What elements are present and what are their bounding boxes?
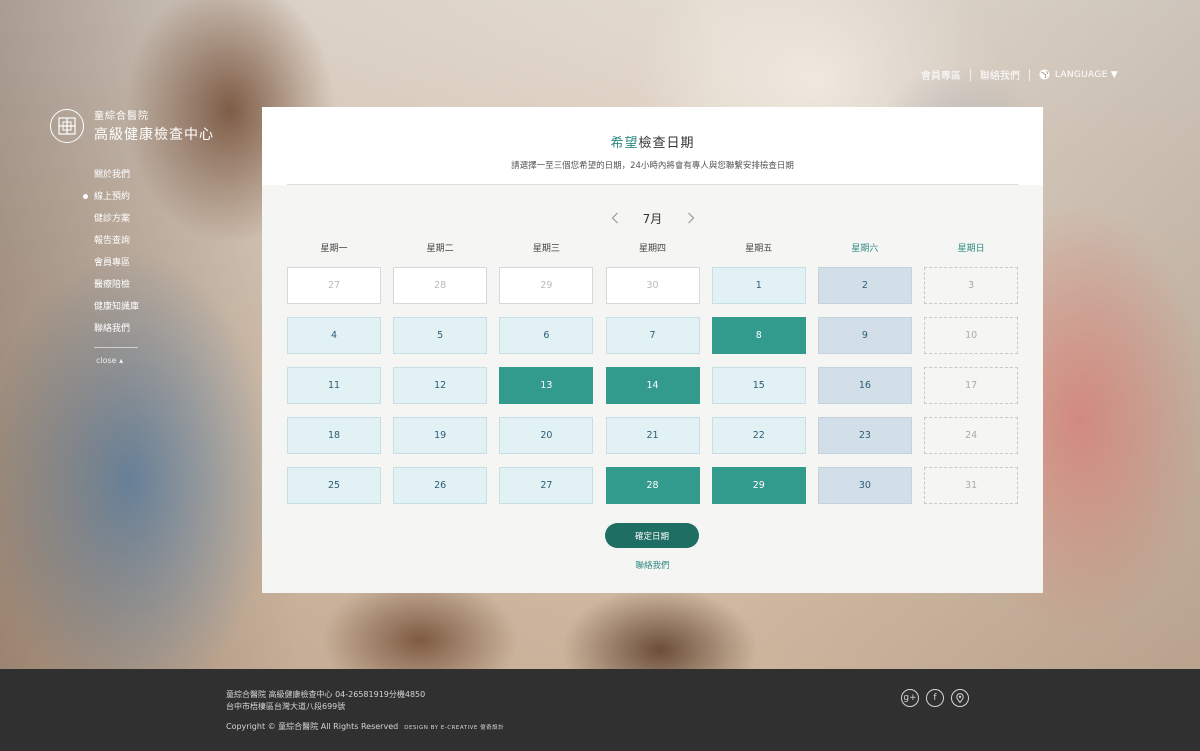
calendar-day-sun[interactable]: 24	[924, 417, 1019, 454]
calendar-day-avail[interactable]: 27	[499, 467, 594, 504]
menu-divider	[94, 347, 138, 348]
calendar-day-sun[interactable]: 3	[924, 267, 1019, 304]
chevron-right-icon	[687, 212, 694, 224]
date-picker-panel: 希望檢查日期 請選擇一至三個您希望的日期，24小時內將會有專人與您聯繫安排檢查日…	[262, 107, 1043, 593]
menu-item-report-query[interactable]: 報告查詢	[94, 235, 139, 257]
weekday-fri: 星期五	[745, 244, 773, 254]
weekday-sat: 星期六	[851, 244, 879, 254]
design-credit[interactable]: DESIGN BY E-CREATIVE 億奇設計	[404, 725, 504, 731]
header-divider	[287, 184, 1018, 185]
calendar-day-avail[interactable]: 15	[711, 367, 806, 404]
panel-title: 希望檢查日期	[262, 107, 1043, 151]
calendar-day-sun[interactable]: 17	[924, 367, 1019, 404]
calendar-day-avail[interactable]: 20	[499, 417, 594, 454]
footer-address-line-1: 童綜合醫院 高級健康檢查中心 04-26581919分機4850	[226, 690, 426, 699]
current-month: 7月	[642, 211, 663, 226]
calendar-day-prev: 29	[499, 267, 594, 304]
prev-month-button[interactable]	[605, 208, 625, 228]
globe-icon	[1039, 69, 1050, 80]
panel-title-accent: 希望	[610, 136, 639, 151]
calendar-day-avail[interactable]: 7	[605, 317, 700, 354]
calendar-day-sat[interactable]: 23	[817, 417, 912, 454]
calendar-day-sel[interactable]: 14	[605, 367, 700, 404]
copyright-text: Copyright © 童綜合醫院 All Rights Reserved	[226, 722, 399, 731]
member-area-link[interactable]: 會員專區	[912, 67, 970, 82]
calendar-day-avail[interactable]: 18	[287, 417, 381, 454]
weekday-header: 星期一 星期二 星期三 星期四 星期五 星期六 星期日	[287, 241, 1030, 254]
calendar-day-sel[interactable]: 13	[499, 367, 594, 404]
calendar-day-avail[interactable]: 5	[393, 317, 488, 354]
calendar-day-sun[interactable]: 10	[924, 317, 1019, 354]
center-name: 高級健康檢查中心	[94, 127, 214, 143]
language-selector[interactable]: LANGUAGE ▼	[1030, 69, 1118, 80]
hospital-name: 童綜合醫院	[94, 111, 149, 122]
weekday-thu: 星期四	[639, 244, 667, 254]
language-label: LANGUAGE ▼	[1054, 69, 1118, 80]
menu-item-plans[interactable]: 健診方案	[94, 213, 139, 235]
calendar-day-avail[interactable]: 26	[393, 467, 488, 504]
panel-header: 希望檢查日期 請選擇一至三個您希望的日期，24小時內將會有專人與您聯繫安排檢查日…	[262, 107, 1043, 185]
month-navigation: 7月	[262, 208, 1043, 228]
calendar-grid: 27 28 29 30 1 2 3 4 5 6 7 8 9 10 11 12 13 14 15 16 17 18 19 20 2…	[287, 267, 1019, 504]
panel-title-rest: 檢查日期	[638, 136, 695, 151]
calendar-day-sel[interactable]: 28	[605, 467, 700, 504]
calendar-day-avail[interactable]: 12	[393, 367, 488, 404]
side-menu: 關於我們 線上預約 健診方案 報告查詢 會員專區 醫療陪檢 健康知識庫 聯絡我們…	[82, 169, 139, 365]
hospital-logo[interactable]: 童綜合醫院 高級健康檢查中心	[50, 107, 214, 144]
calendar-day-avail[interactable]: 11	[287, 367, 381, 404]
chevron-left-icon	[611, 212, 618, 224]
footer-address-line-2: 台中市梧棲區台灣大道八段699號	[226, 702, 346, 711]
calendar-day-avail[interactable]: 25	[287, 467, 381, 504]
calendar-day-avail[interactable]: 21	[605, 417, 700, 454]
calendar-day-avail[interactable]: 1	[711, 267, 806, 304]
social-links: g+ f	[901, 689, 969, 707]
calendar-day-avail[interactable]: 4	[287, 317, 381, 354]
weekday-wed: 星期三	[532, 244, 560, 254]
calendar-day-sat[interactable]: 2	[817, 267, 912, 304]
footer-copyright: Copyright © 童綜合醫院 All Rights Reserved DES…	[226, 721, 504, 732]
contact-link[interactable]: 聯絡我們	[971, 67, 1029, 82]
calendar-day-sun[interactable]: 31	[924, 467, 1019, 504]
calendar-day-sat[interactable]: 9	[817, 317, 912, 354]
calendar-day-sat[interactable]: 30	[817, 467, 912, 504]
calendar-day-sel[interactable]: 8	[711, 317, 806, 354]
weekday-sun: 星期日	[957, 244, 985, 254]
footer-info: 童綜合醫院 高級健康檢查中心 04-26581919分機4850 台中市梧棲區台…	[226, 689, 425, 713]
facebook-icon[interactable]: f	[926, 689, 944, 707]
menu-close-toggle[interactable]: close ▴	[94, 356, 139, 365]
top-nav: 會員專區 聯絡我們 LANGUAGE ▼	[912, 67, 1118, 82]
menu-item-medical-escort[interactable]: 醫療陪檢	[94, 279, 139, 301]
calendar-day-sel[interactable]: 29	[711, 467, 806, 504]
confirm-date-button[interactable]: 確定日期	[605, 523, 699, 548]
google-plus-icon[interactable]: g+	[901, 689, 919, 707]
contact-us-link[interactable]: 聯絡我們	[262, 559, 1043, 571]
panel-subtitle: 請選擇一至三個您希望的日期，24小時內將會有專人與您聯繫安排檢查日期	[511, 161, 794, 171]
calendar-day-avail[interactable]: 22	[711, 417, 806, 454]
weekday-tue: 星期二	[426, 244, 454, 254]
menu-item-online-booking[interactable]: 線上預約	[82, 191, 139, 213]
calendar-day-avail[interactable]: 6	[499, 317, 594, 354]
next-month-button[interactable]	[681, 208, 701, 228]
menu-item-health-knowledge[interactable]: 健康知識庫	[94, 301, 139, 323]
hospital-emblem-icon	[50, 108, 84, 143]
calendar-day-sat[interactable]: 16	[817, 367, 912, 404]
location-icon[interactable]	[951, 689, 969, 707]
calendar-day-prev: 28	[393, 267, 488, 304]
menu-item-contact[interactable]: 聯絡我們	[94, 323, 139, 345]
menu-item-member-area[interactable]: 會員專區	[94, 257, 139, 279]
footer: 童綜合醫院 高級健康檢查中心 04-26581919分機4850 台中市梧棲區台…	[0, 669, 1200, 751]
menu-item-about[interactable]: 關於我們	[94, 169, 139, 191]
calendar-day-prev: 30	[605, 267, 700, 304]
weekday-mon: 星期一	[320, 244, 348, 254]
calendar-day-prev: 27	[287, 267, 381, 304]
calendar-day-avail[interactable]: 19	[393, 417, 488, 454]
